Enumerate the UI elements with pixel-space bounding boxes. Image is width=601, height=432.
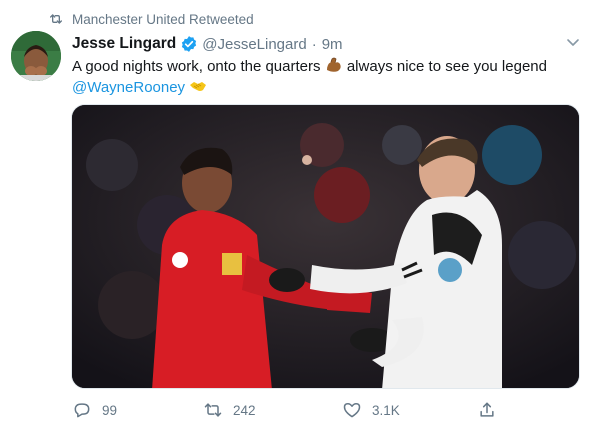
flexed-biceps-emoji-icon [325, 56, 343, 74]
tweet-text: A good nights work, onto the quarters al… [72, 56, 582, 98]
author-handle[interactable]: @JesseLingard [202, 36, 306, 53]
header-separator: · [311, 35, 317, 53]
retweet-icon [48, 11, 64, 27]
mention-link[interactable]: @WayneRooney [72, 79, 185, 96]
tweet-text-part2: always nice to see you legend [346, 58, 547, 75]
retweet-context: Manchester United Retweeted [48, 10, 254, 28]
verified-badge-icon [180, 35, 198, 53]
share-icon [477, 400, 497, 420]
avatar[interactable] [11, 31, 61, 81]
retweet-icon [203, 400, 223, 420]
author-name[interactable]: Jesse Lingard [72, 35, 176, 53]
like-button[interactable]: 3.1K [342, 398, 400, 422]
like-count: 3.1K [372, 402, 400, 418]
tweet-actions: 99 242 3.1K [72, 398, 512, 422]
heart-icon [342, 400, 362, 420]
tweet-card[interactable]: Manchester United Retweeted Jesse Lingar… [0, 0, 601, 432]
chevron-down-icon[interactable] [565, 34, 581, 50]
share-button[interactable] [477, 398, 507, 422]
retweet-count: 242 [233, 402, 256, 418]
reply-count: 99 [102, 402, 118, 418]
tweet-timestamp[interactable]: 9m [322, 36, 343, 53]
handshake-emoji-icon [189, 77, 207, 95]
retweet-context-text[interactable]: Manchester United Retweeted [72, 12, 254, 27]
tweet-header: Jesse Lingard @JesseLingard · 9m [72, 33, 343, 55]
tweet-text-part1: A good nights work, onto the quarters [72, 58, 321, 75]
retweet-button[interactable]: 242 [203, 398, 256, 422]
tweet-photo[interactable] [71, 104, 580, 389]
reply-button[interactable]: 99 [72, 398, 117, 422]
reply-icon [72, 400, 92, 420]
